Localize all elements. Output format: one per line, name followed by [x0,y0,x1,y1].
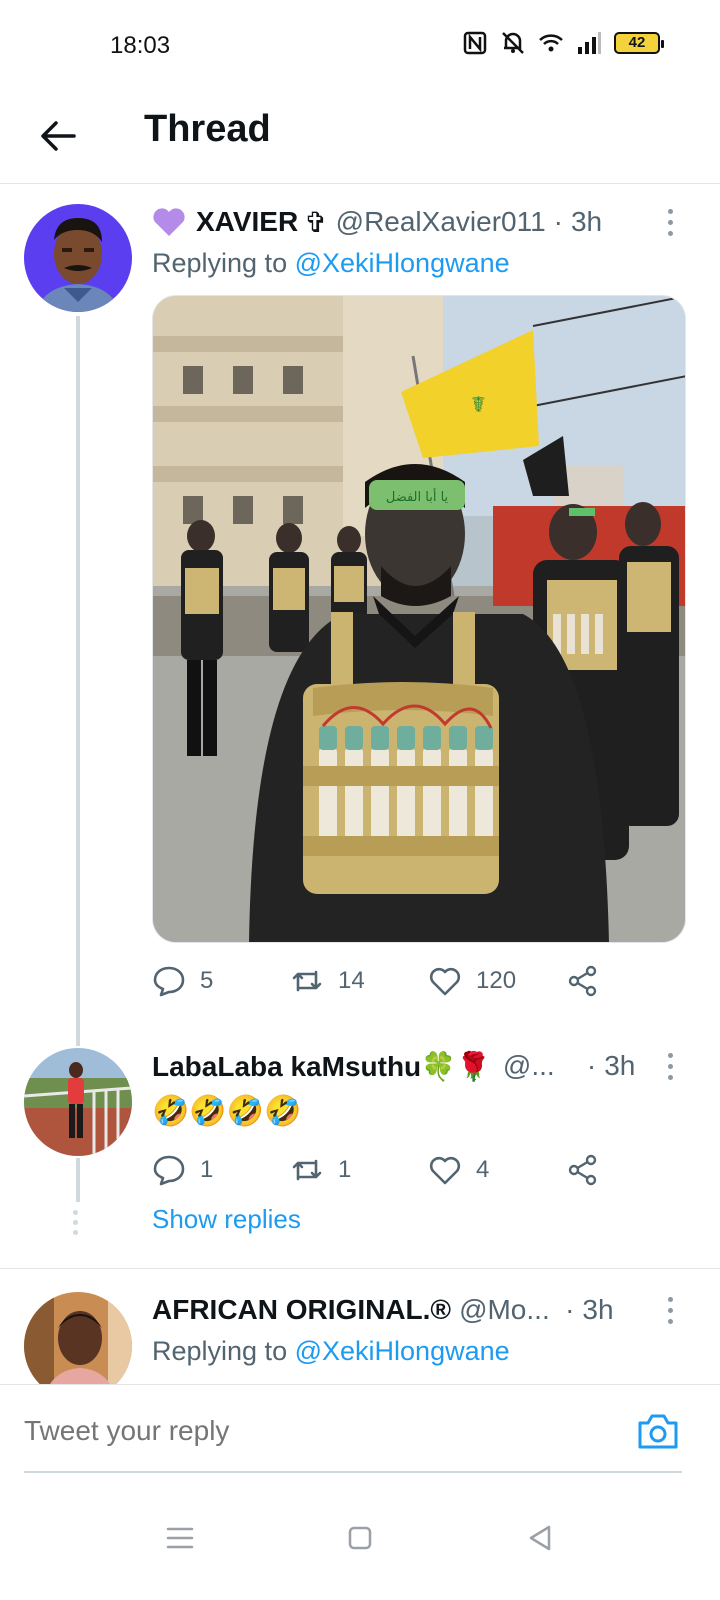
author-handle[interactable]: @RealXavier011 [336,206,546,238]
reply-button[interactable]: 5 [152,964,290,998]
tweet-header: XAVIER ✞ @RealXavier011 · 3h [152,200,682,244]
tweet-body: AFRICAN ORIGINAL.® @Mo... · 3h Replying … [152,1288,682,1367]
more-icon [667,1296,673,1302]
retweet-icon [292,1159,322,1181]
status-time: 18:03 [110,32,171,59]
share-icon [568,965,597,997]
share-icon [568,1154,597,1186]
like-icon [429,967,461,996]
top-app-bar: Thread [0,92,720,184]
separator-dot: · [553,206,563,237]
more-icon [667,208,673,214]
menu-icon [166,1527,194,1549]
avatar-labalaba[interactable] [24,1048,132,1156]
tweet-body: XAVIER ✞ @RealXavier011 · 3h Replying to… [152,200,686,1011]
like-count: 120 [476,967,517,994]
signal-icon [578,32,601,54]
reply-composer [0,1384,720,1476]
tweet-african-original[interactable]: AFRICAN ORIGINAL.® @Mo... · 3h Replying … [0,1270,720,1384]
thread-line [76,316,80,1046]
home-button[interactable] [340,1518,380,1558]
reply-count: 5 [200,967,214,994]
tweet-xavier[interactable]: XAVIER ✞ @RealXavier011 · 3h Replying to… [0,184,720,1046]
author-name[interactable]: XAVIER [196,206,298,238]
mention-link[interactable]: @XekiHlongwane [295,248,510,278]
back-button[interactable] [34,112,82,160]
retweet-button[interactable]: 14 [290,964,428,998]
tweet-time[interactable]: 3h [582,1294,613,1326]
reply-button[interactable]: 1 [152,1153,290,1187]
headband-text: يا أبا الفضل [386,488,449,505]
like-button[interactable]: 4 [428,1153,566,1187]
wifi-icon [539,34,563,52]
replying-to: Replying to @XekiHlongwane [152,248,682,279]
retweet-icon [292,970,322,992]
tweet-header: LabaLaba kaMsuthu🍀🌹 @... · 3h [152,1044,682,1088]
thread-line [76,1158,80,1202]
reply-icon [153,966,185,997]
name-suffix: ✞ [304,206,328,238]
author-handle[interactable]: @Mo... [459,1294,551,1326]
tweet-actions: 1 1 4 [152,1140,682,1200]
show-replies-link[interactable]: Show replies [152,1204,301,1235]
like-icon [429,1156,461,1185]
replying-to-label: Replying to [152,248,288,278]
back-arrow-icon [41,121,76,151]
share-button[interactable] [566,964,600,998]
home-icon [348,1526,372,1550]
more-options-button[interactable] [658,204,682,240]
back-nav-button[interactable] [520,1518,560,1558]
author-name[interactable]: AFRICAN ORIGINAL.® [152,1294,451,1326]
tweet-text: 🤣🤣🤣🤣 [152,1095,302,1128]
tweet-time[interactable]: 3h [604,1050,635,1082]
reply-count: 1 [200,1156,214,1183]
reply-icon [153,1155,185,1186]
purple-heart-icon [153,208,185,236]
nfc-icon [463,31,487,55]
more-options-button[interactable] [658,1292,682,1328]
like-count: 4 [476,1156,490,1183]
back-nav-icon [529,1525,551,1551]
author-name[interactable]: LabaLaba kaMsuthu🍀🌹 [152,1050,491,1083]
share-button[interactable] [566,1153,600,1187]
flag-emblem: ☤ [471,393,486,418]
separator-dot: · [586,1050,597,1081]
like-button[interactable]: 120 [428,964,566,998]
tweet-header: AFRICAN ORIGINAL.® @Mo... · 3h [152,1288,682,1332]
tweet-actions: 5 14 120 [152,951,682,1011]
system-navigation-bar [0,1476,720,1600]
mention-link[interactable]: @XekiHlongwane [295,1336,510,1366]
more-icon [667,1052,673,1058]
battery-indicator: 42 [614,32,664,54]
tweet-media-image[interactable]: ☤ يا أبا الفضل [152,295,686,943]
tweet-divider [0,1268,720,1269]
reply-input[interactable] [24,1405,584,1457]
retweet-count: 14 [338,967,365,994]
status-icons: 42 [462,30,664,56]
camera-icon [638,1414,678,1449]
avatar-xavier[interactable] [24,204,132,312]
composer-underline [24,1471,682,1473]
camera-button[interactable] [636,1411,680,1451]
tweet-body: LabaLaba kaMsuthu🍀🌹 @... · 3h 🤣🤣🤣🤣 1 1 4 [152,1044,682,1200]
mute-icon [502,32,524,54]
retweet-button[interactable]: 1 [290,1153,428,1187]
author-handle[interactable]: @... [503,1050,583,1082]
replying-to: Replying to @XekiHlongwane [152,1336,682,1367]
tweet-time[interactable]: 3h [571,206,602,238]
retweet-count: 1 [338,1156,352,1183]
thread-continuation-dots [73,1210,78,1235]
more-options-button[interactable] [658,1048,682,1084]
recent-apps-button[interactable] [160,1518,200,1558]
page-title: Thread [144,108,271,150]
status-bar: 18:03 42 [0,0,720,92]
avatar-african-original[interactable] [24,1292,132,1384]
replying-to-label: Replying to [152,1336,288,1366]
tweet-labalaba[interactable]: LabaLaba kaMsuthu🍀🌹 @... · 3h 🤣🤣🤣🤣 1 1 4 [0,1034,720,1268]
separator-dot: · [565,1294,575,1325]
